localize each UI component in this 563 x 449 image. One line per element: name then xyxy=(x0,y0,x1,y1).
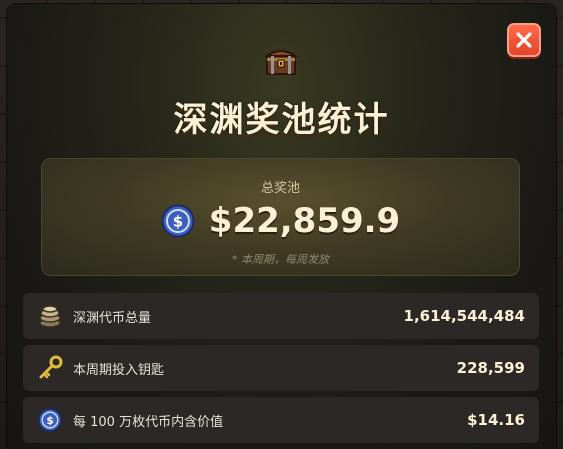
close-icon xyxy=(516,32,532,48)
total-pool-amount-row: $ $22,859.9 xyxy=(42,201,519,241)
total-pool-panel: 总奖池 $ $22,859.9 * 本周期，每周发放 xyxy=(41,158,520,276)
total-pool-amount: $22,859.9 xyxy=(208,201,401,241)
total-pool-label: 总奖池 xyxy=(260,181,300,196)
abyss-coin-icon: $ xyxy=(37,407,63,433)
stat-row-keys-invested: 本周期投入钥匙 228,599 xyxy=(23,345,539,391)
stat-label: 本周期投入钥匙 xyxy=(73,362,165,378)
close-button[interactable] xyxy=(507,23,541,57)
stat-value: 228,599 xyxy=(456,359,525,377)
modal-title: 深渊奖池统计 xyxy=(173,100,390,140)
svg-text:$: $ xyxy=(173,213,183,231)
treasure-chest-icon xyxy=(264,50,298,75)
golden-key-icon xyxy=(37,355,63,381)
abyss-coin-icon: $ xyxy=(161,204,195,238)
coin-stack-icon xyxy=(37,303,63,329)
stat-row-total-tokens: 深渊代币总量 1,614,544,484 xyxy=(23,293,539,339)
abyss-pool-stats-modal: 深渊奖池统计 总奖池 $ $22,859.9 * 本周期，每周发放 深渊代币总量… xyxy=(7,4,556,449)
stat-label: 每 100 万枚代币内含价值 xyxy=(73,414,224,430)
stat-row-value-per-million: $ 每 100 万枚代币内含价值 $14.16 xyxy=(23,397,539,443)
stat-value: $14.16 xyxy=(467,411,525,429)
svg-text:$: $ xyxy=(46,415,53,427)
stat-label: 深渊代币总量 xyxy=(73,310,152,326)
stat-value: 1,614,544,484 xyxy=(403,307,525,325)
total-pool-note: * 本周期，每周发放 xyxy=(232,253,329,266)
